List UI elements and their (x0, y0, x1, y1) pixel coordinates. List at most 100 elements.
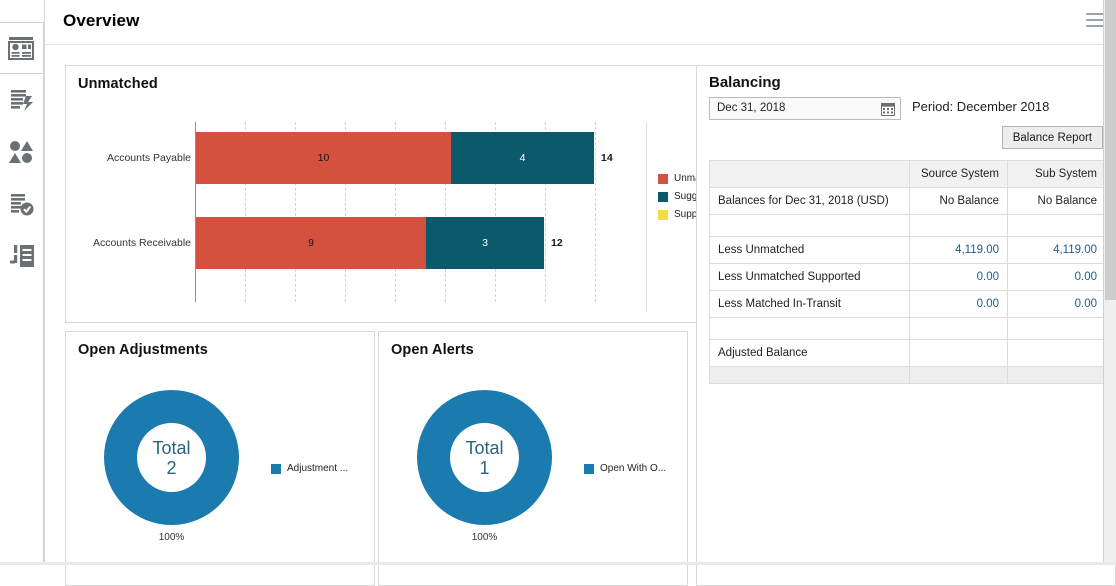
donut-center: Total 1 (450, 423, 519, 492)
footer-cell (1007, 366, 1106, 384)
category-label-accounts-receivable: Accounts Receivable (92, 237, 191, 249)
row-label: Adjusted Balance (709, 339, 910, 367)
document-lightning-icon (9, 88, 35, 112)
row-source-value (909, 339, 1008, 367)
row-label: Less Matched In-Transit (709, 290, 910, 318)
application-window: Overview Unmatched Accounts Payable Acco… (0, 0, 1116, 586)
bar-total-accounts-receivable: 12 (551, 237, 563, 249)
table-footer-row (709, 366, 1106, 384)
table-row: Adjusted Balance (709, 339, 1106, 367)
row-source-value[interactable]: 0.00 (909, 290, 1008, 318)
column-header-blank (709, 160, 910, 188)
row-sub-value[interactable]: 0.00 (1007, 290, 1106, 318)
open-adjustments-panel: Open Adjustments Total 2 100% Adjustment… (65, 331, 375, 586)
row-label: Balances for Dec 31, 2018 (USD) (709, 187, 910, 215)
column-header-source-system: Source System (909, 160, 1008, 188)
adjustments-donut-chart[interactable]: Total 2 (104, 390, 239, 525)
bar-segment-suggested[interactable]: 4 (451, 132, 594, 184)
sidebar-item-matching[interactable] (0, 126, 43, 178)
vertical-scrollbar-thumb[interactable] (1105, 0, 1116, 300)
donut-total-label: Total (152, 437, 191, 458)
balancing-panel: Balancing Dec 31, 2018 Period: December … (696, 65, 1116, 586)
bar-segment-unmatched[interactable]: 10 (196, 132, 451, 184)
row-sub-value (1007, 214, 1106, 237)
legend-label-open-with-owner: Open With O... (600, 463, 667, 474)
sidebar-item-reconciliation[interactable] (0, 178, 43, 230)
row-source-value[interactable]: 0.00 (909, 263, 1008, 291)
balancing-title: Balancing (709, 74, 781, 91)
legend-swatch-unmatched (658, 173, 668, 184)
donut-total-value: 2 (166, 457, 177, 478)
top-bar: Overview (45, 0, 1116, 45)
date-value: Dec 31, 2018 (717, 102, 786, 114)
shapes-match-icon (8, 140, 35, 164)
donut-center: Total 2 (137, 423, 206, 492)
table-row-spacer (709, 214, 1106, 237)
page-title: Overview (63, 11, 140, 30)
row-sub-value (1007, 317, 1106, 340)
table-row-spacer (709, 317, 1106, 340)
legend-swatch-supported (658, 209, 668, 220)
bar-accounts-receivable[interactable]: 9 3 (196, 217, 544, 269)
row-source-value (909, 317, 1008, 340)
alerts-donut-chart[interactable]: Total 1 (417, 390, 552, 525)
balancing-table: Source System Sub System Balances for De… (709, 160, 1106, 384)
alerts-legend[interactable]: Open With O... (584, 463, 666, 474)
sidebar-item-auto-match[interactable] (0, 74, 43, 126)
table-header-row: Source System Sub System (709, 160, 1106, 188)
row-source-value: No Balance (909, 187, 1008, 215)
calendar-icon[interactable] (881, 102, 895, 121)
bar-accounts-payable[interactable]: 10 4 (196, 132, 594, 184)
sidebar-item-dashboard[interactable] (0, 22, 43, 74)
dashboard-icon (8, 36, 34, 60)
open-alerts-title: Open Alerts (391, 342, 474, 358)
column-header-sub-system: Sub System (1007, 160, 1106, 188)
row-label: Less Unmatched Supported (709, 263, 910, 291)
table-row: Less Matched In-Transit 0.00 0.00 (709, 290, 1106, 318)
open-alerts-panel: Open Alerts Total 1 100% Open With O... (378, 331, 688, 586)
period-label: Period: December 2018 (912, 99, 1050, 114)
row-source-value[interactable]: 4,119.00 (909, 236, 1008, 264)
gridline (595, 122, 596, 302)
main-shell: Overview Unmatched Accounts Payable Acco… (44, 0, 1116, 586)
row-label: Less Unmatched (709, 236, 910, 264)
donut-percent-label: 100% (158, 532, 185, 543)
legend-swatch-adjustment (271, 463, 281, 474)
legend-label-adjustment: Adjustment ... (287, 463, 349, 474)
sidebar-item-rules[interactable] (0, 230, 43, 282)
donut-total-value: 1 (479, 457, 490, 478)
bar-total-accounts-payable: 14 (601, 152, 613, 164)
left-icon-rail (0, 22, 44, 565)
row-label (709, 317, 910, 340)
unmatched-bar-chart: Accounts Payable Accounts Receivable 10 … (66, 112, 701, 317)
balance-report-button[interactable]: Balance Report (1001, 126, 1103, 149)
table-row: Less Unmatched 4,119.00 4,119.00 (709, 236, 1106, 264)
balancing-date-field[interactable]: Dec 31, 2018 (709, 97, 901, 120)
row-sub-value[interactable]: 4,119.00 (1007, 236, 1106, 264)
category-label-accounts-payable: Accounts Payable (106, 152, 191, 164)
footer-cell (709, 366, 910, 384)
vertical-scrollbar[interactable] (1103, 0, 1116, 565)
footer-cell (909, 366, 1008, 384)
unmatched-panel-title: Unmatched (78, 76, 158, 92)
unmatched-panel: Unmatched Accounts Payable Accounts Rece… (65, 65, 725, 323)
open-adjustments-title: Open Adjustments (78, 342, 208, 358)
row-sub-value (1007, 339, 1106, 367)
adjustments-legend[interactable]: Adjustment ... (271, 463, 348, 474)
legend-swatch-suggested (658, 191, 668, 202)
dashboard-content: Unmatched Accounts Payable Accounts Rece… (45, 45, 1116, 586)
bar-segment-suggested[interactable]: 3 (426, 217, 544, 269)
table-row: Balances for Dec 31, 2018 (USD) No Balan… (709, 187, 1106, 215)
row-sub-value: No Balance (1007, 187, 1106, 215)
table-row: Less Unmatched Supported 0.00 0.00 (709, 263, 1106, 291)
legend-swatch-open-with-owner (584, 463, 594, 474)
row-sub-value[interactable]: 0.00 (1007, 263, 1106, 291)
list-rules-icon (9, 244, 35, 268)
donut-total-label: Total (465, 437, 504, 458)
donut-percent-label: 100% (471, 532, 498, 543)
document-check-icon (9, 192, 35, 216)
bar-segment-unmatched[interactable]: 9 (196, 217, 426, 269)
legend-divider (646, 122, 647, 312)
row-label (709, 214, 910, 237)
row-source-value (909, 214, 1008, 237)
